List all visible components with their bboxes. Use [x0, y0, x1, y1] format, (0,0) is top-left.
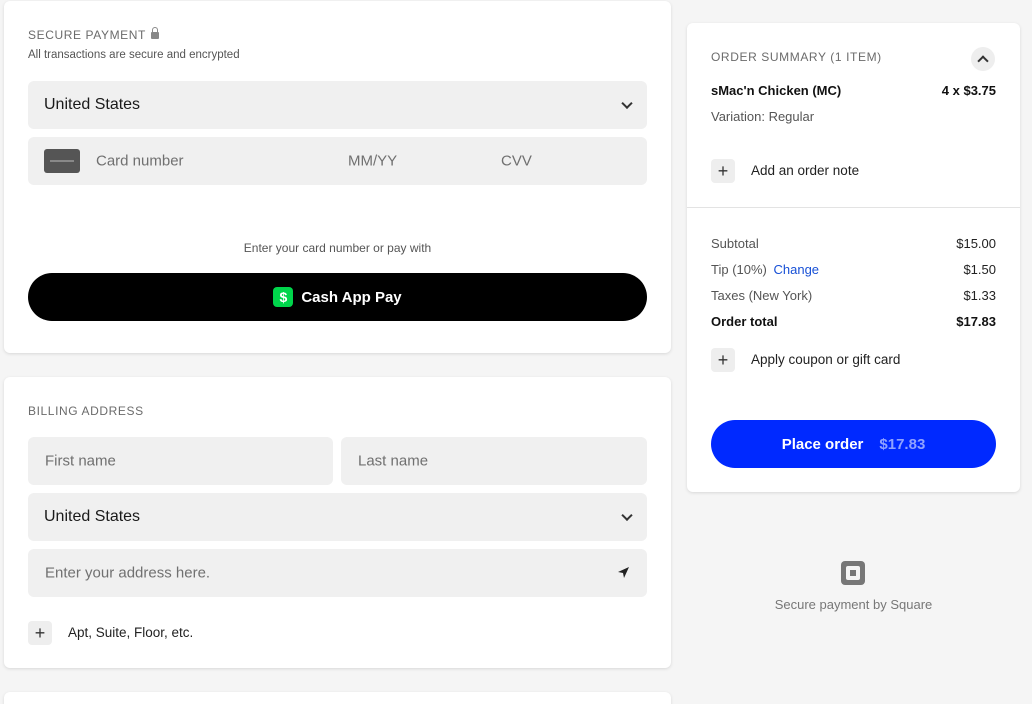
item-variation: Variation: Regular — [711, 109, 815, 124]
secure-payment-title: SECURE PAYMENT — [28, 27, 159, 42]
credit-card-icon — [44, 149, 80, 173]
order-summary-card: ORDER SUMMARY (1 ITEM) sMac'n Chicken (M… — [687, 23, 1020, 492]
coupon-label[interactable]: Apply coupon or gift card — [751, 352, 900, 367]
apt-plus-button[interactable]: + — [28, 621, 52, 645]
summary-divider — [687, 207, 1020, 208]
first-name-field[interactable]: First name — [28, 437, 333, 485]
order-total-value: $17.83 — [956, 314, 996, 329]
secure-by-square-text: Secure payment by Square — [774, 597, 933, 612]
lock-icon — [150, 27, 159, 39]
secure-payment-card: SECURE PAYMENT All transactions are secu… — [4, 1, 671, 353]
first-name-placeholder: First name — [45, 452, 116, 470]
address-placeholder: Enter your address here. — [45, 564, 211, 582]
taxes-label: Taxes (New York) — [711, 288, 813, 303]
place-order-button[interactable]: Place order $17.83 — [711, 420, 996, 468]
billing-country-value: United States — [44, 508, 141, 525]
item-qty-price: 4 x $3.75 — [941, 83, 996, 98]
collapse-summary-button[interactable] — [971, 47, 995, 71]
item-name: sMac'n Chicken (MC) — [711, 83, 842, 98]
place-order-label: Place order — [781, 435, 864, 453]
last-name-field[interactable]: Last name — [341, 437, 647, 485]
tip-value: $1.50 — [963, 262, 996, 277]
order-note-label[interactable]: Add an order note — [751, 163, 859, 178]
order-total-label: Order total — [711, 314, 778, 329]
place-order-amount: $17.83 — [879, 435, 926, 453]
pay-with-text: Enter your card number or pay with — [243, 241, 432, 255]
card-input-group: Card number MM/YY CVV — [28, 137, 647, 185]
chevron-down-icon — [621, 509, 633, 522]
cash-app-pay-button[interactable]: $ Cash App Pay — [28, 273, 647, 321]
last-name-placeholder: Last name — [358, 452, 429, 470]
subtotal-value: $15.00 — [956, 236, 996, 251]
expiry-input[interactable]: MM/YY — [348, 153, 397, 170]
tip-label: Tip (10%) — [711, 262, 767, 277]
address-field[interactable]: Enter your address here. — [28, 549, 647, 597]
billing-country-select[interactable]: United States — [28, 493, 647, 541]
chevron-down-icon — [621, 97, 633, 110]
apt-suite-label[interactable]: Apt, Suite, Floor, etc. — [68, 625, 193, 640]
location-arrow-icon[interactable] — [616, 566, 630, 580]
taxes-value: $1.33 — [963, 288, 996, 303]
billing-address-title: BILLING ADDRESS — [28, 404, 144, 418]
cash-app-pay-label: Cash App Pay — [301, 288, 402, 306]
cash-app-icon: $ — [273, 287, 294, 307]
payment-country-select[interactable]: United States — [28, 81, 647, 129]
coupon-plus-button[interactable]: + — [711, 348, 735, 372]
tip-row: Tip (10%) Change — [711, 262, 819, 277]
square-logo-icon — [841, 561, 865, 585]
billing-address-card: BILLING ADDRESS First name Last name Uni… — [4, 377, 671, 668]
secure-payment-subtitle: All transactions are secure and encrypte… — [28, 49, 240, 61]
order-note-plus-button[interactable]: + — [711, 159, 735, 183]
payment-country-value: United States — [44, 96, 141, 113]
order-summary-title: ORDER SUMMARY (1 ITEM) — [711, 50, 882, 64]
cvv-input[interactable]: CVV — [501, 153, 532, 170]
tip-change-link[interactable]: Change — [774, 262, 820, 277]
next-section-card — [4, 692, 671, 704]
subtotal-label: Subtotal — [711, 236, 759, 251]
card-number-input[interactable]: Card number — [96, 153, 184, 170]
